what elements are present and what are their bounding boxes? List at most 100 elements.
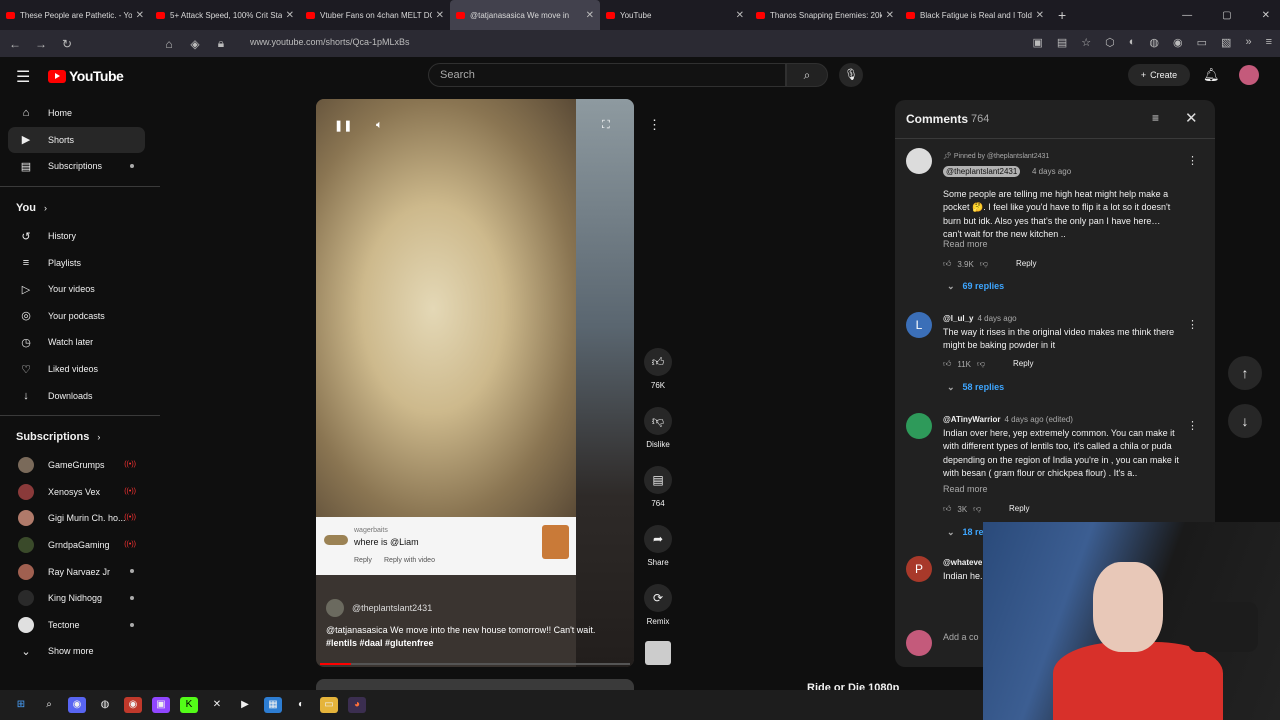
commenter-name[interactable]: @whateve [943, 558, 986, 567]
extension-icon[interactable]: ⬡ [1105, 36, 1115, 49]
previous-short-button[interactable]: ↑ [1228, 356, 1262, 390]
browser-tab[interactable]: Black Fatigue is Real and I Told ✕ [900, 0, 1050, 30]
read-more-link[interactable]: Read more [943, 239, 988, 249]
shield-icon[interactable]: ◈ [184, 37, 206, 51]
comments-button[interactable]: ▤ 764 [640, 466, 676, 508]
sidebar-item-downloads[interactable]: ↓ Downloads [0, 382, 160, 409]
hamburger-menu-icon[interactable]: ☰ [16, 67, 30, 87]
more-options-icon[interactable]: ⋮ [1187, 419, 1198, 432]
sidebar-item-subscriptions[interactable]: ▤ Subscriptions [0, 153, 160, 180]
read-more-link[interactable]: Read more [943, 484, 988, 494]
sidebar-item-gigi-murin-ch-ho[interactable]: Gigi Murin Ch. ho... ((•)) [0, 505, 160, 532]
commenter-avatar[interactable] [906, 148, 932, 174]
sound-thumbnail[interactable] [645, 641, 671, 665]
minimize-icon[interactable]: — [1182, 10, 1192, 21]
close-tab-icon[interactable]: ✕ [586, 10, 594, 21]
sidebar-item-xenosys-vex[interactable]: Xenosys Vex ((•)) [0, 479, 160, 506]
forward-icon[interactable]: → [30, 37, 52, 51]
extension-icon[interactable]: ◍ [1149, 36, 1159, 49]
browser-tab[interactable]: Vtuber Fans on 4chan MELT DO ✕ [300, 0, 450, 30]
windows-start-icon[interactable]: ⊞ [12, 697, 30, 713]
create-button[interactable]: + Create [1128, 64, 1190, 86]
close-icon[interactable]: ✕ [1185, 109, 1198, 127]
back-icon[interactable]: ← [4, 37, 26, 51]
comment-like-button[interactable]: 👍︎ 3.9K 👎︎ [943, 259, 988, 269]
search-button[interactable]: ⌕ [786, 63, 828, 87]
reply-button[interactable]: Reply [1016, 259, 1036, 268]
notifications-bell-icon[interactable]: 🔔︎ [1203, 67, 1220, 83]
url-field[interactable]: www.youtube.com/shorts/Qca-1pMLxBs [250, 37, 410, 47]
fullscreen-icon[interactable]: ⛶ [602, 119, 610, 132]
commenter-avatar[interactable]: P [906, 556, 932, 582]
browser-tab[interactable]: 5+ Attack Speed, 100% Crit Sta ✕ [150, 0, 300, 30]
dislike-button[interactable]: 👎︎ Dislike [640, 407, 676, 449]
reader-icon[interactable]: ▤ [1057, 36, 1067, 49]
close-tab-icon[interactable]: ✕ [1036, 10, 1044, 21]
sidebar-item-tectone[interactable]: Tectone [0, 612, 160, 639]
next-short-button[interactable]: ↓ [1228, 404, 1262, 438]
close-tab-icon[interactable]: ✕ [136, 10, 144, 21]
commenter-avatar[interactable]: L [906, 312, 932, 338]
sidebar-item-playlists[interactable]: ≡ Playlists [0, 249, 160, 276]
close-tab-icon[interactable]: ✕ [436, 10, 444, 21]
bookmark-star-icon[interactable]: ☆ [1081, 36, 1091, 49]
commenter-name[interactable]: @l_ul_y 4 days ago [943, 314, 1017, 323]
thumbs-down-icon[interactable]: 👎︎ [977, 359, 985, 369]
photos-icon[interactable]: ▦ [264, 697, 282, 713]
like-button[interactable]: 👍︎ 76K [640, 348, 676, 390]
overflow-chevron-icon[interactable]: » [1245, 36, 1251, 49]
sidebar-item-your-podcasts[interactable]: ◎ Your podcasts [0, 303, 160, 330]
sidebar-item-your-videos[interactable]: ▷ Your videos [0, 276, 160, 303]
shorts-video-player[interactable]: ❚❚ 🔈︎ ⛶ wagerbaits where is @Liam Reply … [316, 99, 634, 667]
firefox-icon[interactable]: ◕ [348, 697, 366, 713]
obs-icon[interactable]: ◍ [96, 697, 114, 713]
sort-icon[interactable]: ≡ [1152, 111, 1159, 125]
folder-icon[interactable]: ▭ [320, 697, 338, 713]
sidebar-item-watch-later[interactable]: ◷ Watch later [0, 329, 160, 356]
media-player-icon[interactable]: ▶ [236, 697, 254, 713]
view-replies-button[interactable]: ⌄ 18 re [947, 527, 984, 538]
reload-icon[interactable]: ↻ [56, 37, 78, 51]
x-icon[interactable]: ✕ [208, 697, 226, 713]
commenter-avatar[interactable] [906, 413, 932, 439]
browser-tab[interactable]: YouTube ✕ [600, 0, 750, 30]
sidebar-item-history[interactable]: ↺ History [0, 223, 160, 250]
new-tab-button[interactable]: + [1058, 7, 1066, 23]
menu-icon[interactable]: ≡ [1266, 36, 1272, 49]
steam-icon[interactable]: ◐ [292, 697, 310, 713]
share-button[interactable]: ➦ Share [640, 525, 676, 567]
comment-like-button[interactable]: 👍︎ 3K 👎︎ [943, 504, 981, 514]
search-icon[interactable]: ⌕ [40, 697, 58, 713]
view-replies-button[interactable]: ⌄ 58 replies [947, 382, 1004, 393]
more-options-icon[interactable]: ⋮ [648, 117, 661, 133]
account-avatar[interactable] [1239, 65, 1259, 85]
reply-button[interactable]: Reply [1009, 504, 1029, 513]
sidebar-subscriptions-heading[interactable]: Subscriptions › [0, 422, 160, 452]
sidebar-item-gamegrumps[interactable]: GameGrumps ((•)) [0, 452, 160, 479]
extension-icon[interactable]: ▧ [1221, 36, 1231, 49]
channel-name[interactable]: @theplantslant2431 [352, 603, 432, 613]
remix-button[interactable]: ⟳ Remix [640, 584, 676, 626]
commenter-name[interactable]: @theplantslant2431 [943, 166, 1021, 177]
extension-icon[interactable]: ◉ [1173, 36, 1183, 49]
browser-tab[interactable]: Thanos Snapping Enemies: 20k ✕ [750, 0, 900, 30]
browser-tab[interactable]: @tatjanasasica We move in ✕ [450, 0, 600, 30]
volume-icon[interactable]: 🔈︎ [376, 119, 383, 132]
more-options-icon[interactable]: ⋮ [1187, 318, 1198, 331]
commenter-name[interactable]: @ATinyWarrior 4 days ago (edited) [943, 415, 1073, 424]
kick-icon[interactable]: K [180, 697, 198, 713]
lock-icon[interactable]: 🔒︎ [210, 36, 232, 51]
video-progress-bar[interactable] [320, 663, 630, 665]
sidebar-item-home[interactable]: ⌂ Home [0, 100, 160, 127]
home-browser-icon[interactable]: ⌂ [158, 37, 180, 51]
show-more-button[interactable]: ⌄ Show more [0, 638, 160, 665]
screenshot-icon[interactable]: ▣ [1032, 36, 1042, 49]
browser-tab[interactable]: These People are Pathetic. - You ✕ [0, 0, 150, 30]
close-tab-icon[interactable]: ✕ [736, 10, 744, 21]
comment-like-button[interactable]: 👍︎ 11K 👎︎ [943, 359, 985, 369]
reply-button[interactable]: Reply [1013, 359, 1033, 368]
sidebar-item-grndpagaming[interactable]: GrndpaGaming ((•)) [0, 532, 160, 559]
twitch-icon[interactable]: ▣ [152, 697, 170, 713]
extension-icon[interactable]: ▭ [1197, 36, 1207, 49]
extension-icon[interactable]: ◐ [1129, 36, 1136, 49]
